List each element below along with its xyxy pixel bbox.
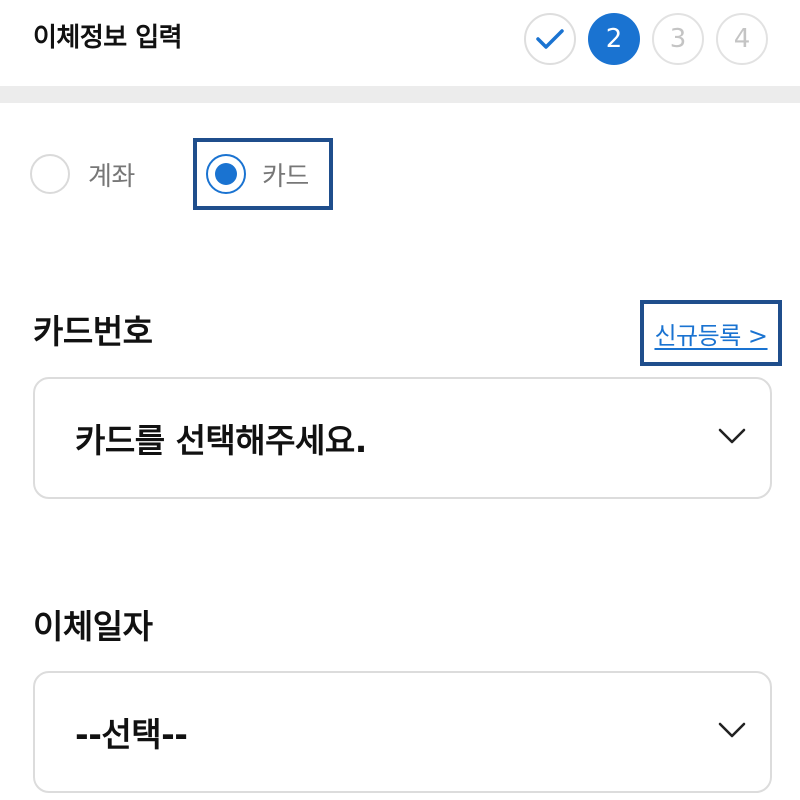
transfer-date-title: 이체일자 (33, 607, 153, 646)
chevron-down-icon (718, 722, 746, 738)
radio-circle-unchecked[interactable] (30, 154, 70, 194)
new-register-link[interactable]: 신규등록 > (640, 300, 782, 366)
radio-account-label: 계좌 (88, 161, 135, 192)
step-1-done (524, 13, 576, 65)
check-icon (536, 29, 564, 49)
radio-card-label: 카드 (262, 161, 309, 192)
card-select[interactable]: 카드를 선택해주세요. (33, 377, 772, 499)
chevron-down-icon (718, 428, 746, 444)
radio-circle-checked[interactable] (206, 154, 246, 194)
page-header: 이체정보 입력 2 3 4 (0, 0, 800, 86)
radio-card[interactable]: 카드 (193, 138, 333, 210)
card-number-title: 카드번호 (33, 312, 153, 351)
card-select-value: 카드를 선택해주세요. (75, 421, 367, 460)
step-2-current: 2 (588, 13, 640, 65)
page-title: 이체정보 입력 (33, 23, 183, 53)
date-select[interactable]: --선택-- (33, 671, 772, 793)
step-4: 4 (716, 13, 768, 65)
radio-account[interactable]: 계좌 (30, 138, 135, 210)
transfer-info-page: 이체정보 입력 2 3 4 계좌 카드 카드번호 신규등록 > 카드를 선택해주… (0, 0, 800, 800)
date-select-value: --선택-- (75, 715, 188, 754)
section-divider (0, 86, 800, 103)
radio-selected-dot (215, 163, 237, 185)
step-3: 3 (652, 13, 704, 65)
